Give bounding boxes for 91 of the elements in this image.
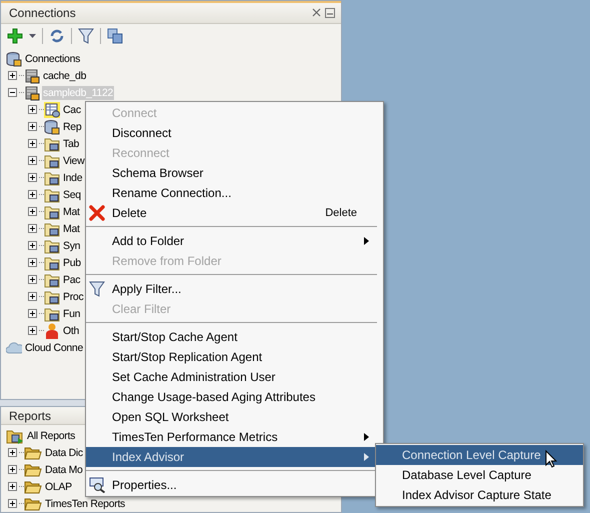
folder-icon bbox=[44, 306, 60, 322]
expand-icon[interactable] bbox=[8, 71, 17, 80]
close-icon[interactable] bbox=[312, 8, 321, 17]
expand-icon[interactable] bbox=[28, 139, 37, 148]
expand-icon[interactable] bbox=[28, 190, 37, 199]
tree-item[interactable]: cache_db bbox=[42, 68, 88, 82]
expand-icon[interactable] bbox=[28, 258, 37, 267]
tree-item[interactable]: Cac bbox=[62, 102, 82, 116]
filter-icon bbox=[89, 281, 105, 297]
tree-item[interactable]: Mat bbox=[62, 222, 81, 236]
panel-title: Connections bbox=[9, 6, 76, 20]
tree-item[interactable]: Syn bbox=[62, 238, 82, 252]
collapse-icon[interactable] bbox=[8, 88, 17, 97]
cloud-icon bbox=[6, 340, 22, 354]
tree-item[interactable]: Pub bbox=[62, 256, 82, 270]
reports-folder-icon bbox=[6, 428, 24, 444]
folder-icon bbox=[24, 480, 42, 494]
folder-icon bbox=[24, 462, 42, 476]
dropdown-caret-icon[interactable] bbox=[29, 34, 36, 38]
expand-icon[interactable] bbox=[28, 241, 37, 250]
expand-icon[interactable] bbox=[28, 105, 37, 114]
delete-icon bbox=[89, 205, 105, 221]
expand-icon[interactable] bbox=[8, 465, 17, 474]
folder-icon bbox=[44, 288, 60, 304]
menu-item[interactable]: Delete Delete bbox=[86, 203, 383, 223]
database-icon bbox=[44, 118, 60, 134]
tree-item[interactable]: Fun bbox=[62, 306, 82, 320]
folder-icon bbox=[44, 152, 60, 168]
panel-title: Reports bbox=[9, 408, 52, 422]
menu-item[interactable]: Change Usage-based Aging Attributes bbox=[86, 387, 383, 407]
menu-item[interactable]: Apply Filter... bbox=[86, 279, 383, 299]
mouse-cursor-icon bbox=[545, 450, 557, 468]
table-icon bbox=[44, 102, 60, 118]
add-icon[interactable] bbox=[7, 28, 23, 44]
tree-item[interactable]: Oth bbox=[62, 324, 80, 338]
folder-icon bbox=[44, 238, 60, 254]
connection-icon bbox=[24, 68, 40, 84]
expand-icon[interactable] bbox=[28, 309, 37, 318]
menu-item[interactable]: Add to Folder bbox=[86, 231, 383, 251]
tree-item[interactable]: Pac bbox=[62, 272, 82, 286]
expand-icon[interactable] bbox=[8, 448, 17, 457]
expand-icon[interactable] bbox=[28, 173, 37, 182]
tree-item[interactable]: OLAP bbox=[44, 480, 73, 494]
tree-item[interactable]: Proc bbox=[62, 290, 84, 304]
menu-item[interactable]: Start/Stop Replication Agent bbox=[86, 347, 383, 367]
filter-icon[interactable] bbox=[78, 28, 94, 44]
folder-icon bbox=[44, 254, 60, 270]
refresh-icon[interactable] bbox=[49, 28, 65, 44]
expand-icon[interactable] bbox=[28, 207, 37, 216]
expand-icon[interactable] bbox=[28, 292, 37, 301]
expand-icon[interactable] bbox=[8, 499, 17, 508]
properties-icon bbox=[89, 477, 106, 493]
menu-item[interactable]: Start/Stop Cache Agent bbox=[86, 327, 383, 347]
tree-item[interactable]: Tab bbox=[62, 136, 80, 150]
expand-icon[interactable] bbox=[28, 122, 37, 131]
folder-icon bbox=[44, 170, 60, 186]
expand-icon[interactable] bbox=[28, 156, 37, 165]
menu-item[interactable]: TimesTen Performance Metrics bbox=[86, 427, 383, 447]
database-icon bbox=[6, 50, 22, 66]
tree-item[interactable]: Connections bbox=[24, 52, 82, 66]
tree-item[interactable]: View bbox=[62, 154, 86, 168]
tree-item[interactable]: Mat bbox=[62, 204, 81, 218]
folder-icon bbox=[44, 136, 60, 152]
menu-item[interactable]: Open SQL Worksheet bbox=[86, 407, 383, 427]
folder-icon bbox=[44, 272, 60, 288]
folder-icon bbox=[44, 220, 60, 236]
folder-icon bbox=[24, 446, 42, 460]
windows-icon[interactable] bbox=[107, 28, 123, 44]
expand-icon[interactable] bbox=[28, 224, 37, 233]
menu-item[interactable]: Set Cache Administration User bbox=[86, 367, 383, 387]
tree-item[interactable]: Data Mo bbox=[44, 462, 84, 476]
folder-icon bbox=[24, 496, 42, 510]
tree-item[interactable]: TimesTen Reports bbox=[44, 496, 126, 510]
minimize-icon[interactable] bbox=[325, 8, 335, 18]
tree-item[interactable]: Rep bbox=[62, 120, 82, 134]
folder-icon bbox=[44, 186, 60, 202]
menu-item[interactable]: Schema Browser bbox=[86, 163, 383, 183]
tree-item[interactable]: All Reports bbox=[26, 428, 76, 442]
connection-icon bbox=[24, 84, 40, 100]
menu-item[interactable]: Disconnect bbox=[86, 123, 383, 143]
folder-icon bbox=[44, 204, 60, 220]
expand-icon[interactable] bbox=[28, 326, 37, 335]
tree-item[interactable]: Seq bbox=[62, 188, 82, 202]
menu-item[interactable]: Connection Level Capture bbox=[376, 445, 583, 465]
tree-item[interactable]: Inde bbox=[62, 170, 84, 184]
expand-icon[interactable] bbox=[28, 275, 37, 284]
person-icon bbox=[44, 322, 60, 338]
tree-item[interactable]: Cloud Conne bbox=[24, 340, 84, 354]
menu-item[interactable]: Rename Connection... bbox=[86, 183, 383, 203]
expand-icon[interactable] bbox=[8, 482, 17, 491]
tree-item[interactable]: Data Dic bbox=[44, 446, 84, 460]
